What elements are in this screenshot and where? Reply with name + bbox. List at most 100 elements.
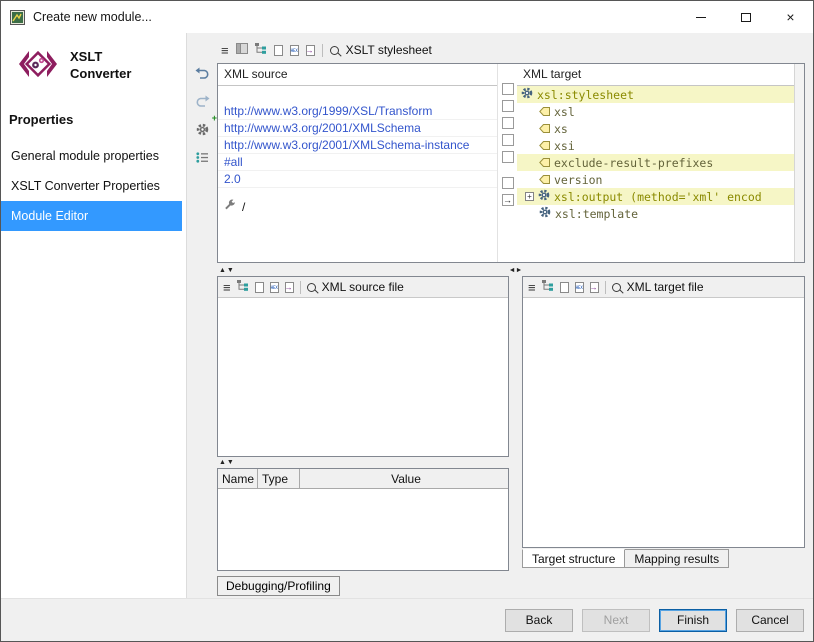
tree-view-icon[interactable] [542, 280, 554, 294]
hex-view-icon[interactable] [270, 282, 279, 293]
tree-item-xsl-stylesheet[interactable]: xsl:stylesheet [517, 86, 794, 103]
minimize-icon [696, 17, 706, 18]
arrow-right-icon: → [503, 196, 512, 205]
search-icon[interactable] [612, 283, 621, 292]
tree-view-icon[interactable] [255, 43, 267, 57]
xml-target-column: XML target xsl:stylesheet xsl [517, 64, 794, 262]
source-root-row[interactable]: / [218, 198, 497, 215]
menu-icon[interactable]: ≡ [221, 44, 229, 57]
connector-square[interactable] [502, 83, 514, 95]
search-icon[interactable] [330, 46, 339, 55]
grid-view-icon[interactable] [236, 43, 248, 57]
mapping-scrollbar[interactable] [794, 64, 804, 262]
search-icon[interactable] [307, 283, 316, 292]
hex-view-icon[interactable] [575, 282, 584, 293]
sidebar-item-xslt-converter-properties[interactable]: XSLT Converter Properties [1, 171, 182, 201]
menu-icon[interactable]: ≡ [223, 281, 231, 294]
splitter-arrows[interactable]: ◄► [509, 265, 523, 276]
attribute-icon [539, 122, 550, 136]
connector-column: → [498, 64, 517, 262]
connector-square[interactable] [502, 134, 514, 146]
back-button[interactable]: Back [505, 609, 573, 632]
tree-item-xsl[interactable]: xsl [517, 103, 794, 120]
source-row-all[interactable]: #all [218, 154, 497, 171]
xml-source-header: XML source [218, 64, 497, 86]
attribute-icon [539, 156, 550, 170]
tree-item-label: exclude-result-prefixes [554, 156, 713, 170]
connector-square[interactable] [502, 151, 514, 163]
text-view-icon[interactable] [274, 45, 283, 56]
source-row-transform-ns[interactable]: http://www.w3.org/1999/XSL/Transform [218, 103, 497, 120]
target-tree: xsl:stylesheet xsl xs [517, 86, 794, 262]
xml-target-header: XML target [517, 64, 794, 86]
tree-item-xsl-template[interactable]: xsl:template [517, 205, 794, 222]
xslt-converter-logo-icon [15, 45, 61, 86]
export-file-icon[interactable] [306, 45, 315, 56]
wrench-icon [224, 199, 236, 214]
xml-source-column: XML source http://www.w3.org/1999/XSL/Tr… [218, 64, 498, 262]
connector-square[interactable] [502, 100, 514, 112]
minimize-button[interactable] [678, 1, 723, 33]
source-pane-resize-buttons[interactable]: ▲▼ [217, 265, 509, 276]
tree-view-icon[interactable] [237, 280, 249, 294]
toolbar-separator [605, 281, 606, 294]
hex-view-icon[interactable] [290, 45, 299, 56]
component-list-button[interactable] [191, 147, 213, 167]
debugging-profiling-button[interactable]: Debugging/Profiling [217, 576, 340, 596]
tab-target-structure[interactable]: Target structure [522, 549, 625, 568]
element-gear-icon [521, 87, 533, 102]
text-view-icon[interactable] [255, 282, 264, 293]
connector-square[interactable] [502, 177, 514, 189]
tree-item-label: version [554, 173, 602, 187]
watch-table-header: Name Type Value [218, 469, 508, 489]
connector-arrow-square[interactable]: → [502, 194, 514, 206]
connector-square[interactable] [502, 117, 514, 129]
text-view-icon[interactable] [560, 282, 569, 293]
maximize-button[interactable] [723, 1, 768, 33]
column-header-type: Type [258, 469, 300, 488]
tree-item-version[interactable]: version [517, 171, 794, 188]
source-row-xmlschema-instance-ns[interactable]: http://www.w3.org/2001/XMLSchema-instanc… [218, 137, 497, 154]
add-component-button[interactable] [191, 119, 213, 139]
sidebar-item-module-editor[interactable]: Module Editor [1, 201, 182, 231]
pane-splitter[interactable]: ◄► [509, 265, 522, 598]
tree-item-exclude-result-prefixes[interactable]: exclude-result-prefixes [517, 154, 794, 171]
source-file-toolbar: ≡ XML source file [218, 277, 508, 298]
tree-item-xs[interactable]: xs [517, 120, 794, 137]
expand-plus-icon[interactable]: + [525, 192, 534, 201]
source-file-label: XML source file [322, 280, 404, 294]
watch-table-body[interactable] [218, 489, 508, 570]
toolbar-separator [300, 281, 301, 294]
tree-item-label: xsl:stylesheet [537, 88, 634, 102]
tab-mapping-results[interactable]: Mapping results [625, 549, 729, 568]
tree-item-label: xsl:template [555, 207, 638, 221]
target-file-label: XML target file [627, 280, 704, 294]
close-button[interactable]: × [768, 1, 813, 33]
properties-heading: Properties [1, 86, 186, 127]
redo-button[interactable] [191, 91, 213, 111]
source-file-content[interactable] [218, 298, 508, 456]
tree-item-label: xsl [554, 105, 575, 119]
menu-icon[interactable]: ≡ [528, 281, 536, 294]
export-file-icon[interactable] [285, 282, 294, 293]
finish-button[interactable]: Finish [659, 609, 727, 632]
dialog-footer: Back Next Finish Cancel [1, 598, 813, 641]
sidebar-item-general-module-properties[interactable]: General module properties [1, 141, 182, 171]
source-row-label: http://www.w3.org/2001/XMLSchema [224, 121, 421, 135]
tree-item-xsi[interactable]: xsi [517, 137, 794, 154]
watch-table-resize-buttons[interactable]: ▲▼ [217, 457, 509, 468]
module-editor-main: ≡ XSLT stylesheet [187, 33, 813, 598]
cancel-button[interactable]: Cancel [736, 609, 804, 632]
export-file-icon[interactable] [590, 282, 599, 293]
app-icon [10, 10, 25, 25]
vertical-toolbar [187, 33, 217, 598]
tree-item-xsl-output[interactable]: + xsl:output (method='xml' encod [517, 188, 794, 205]
target-file-toolbar: ≡ XML target file [523, 277, 804, 298]
sidebar-item-label: XSLT Converter Properties [11, 179, 160, 193]
target-file-content[interactable] [523, 298, 804, 547]
element-gear-icon [539, 206, 551, 221]
source-row-version[interactable]: 2.0 [218, 171, 497, 188]
undo-button[interactable] [191, 63, 213, 83]
source-row-xmlschema-ns[interactable]: http://www.w3.org/2001/XMLSchema [218, 120, 497, 137]
logo-title-line1: XSLT [70, 49, 131, 66]
